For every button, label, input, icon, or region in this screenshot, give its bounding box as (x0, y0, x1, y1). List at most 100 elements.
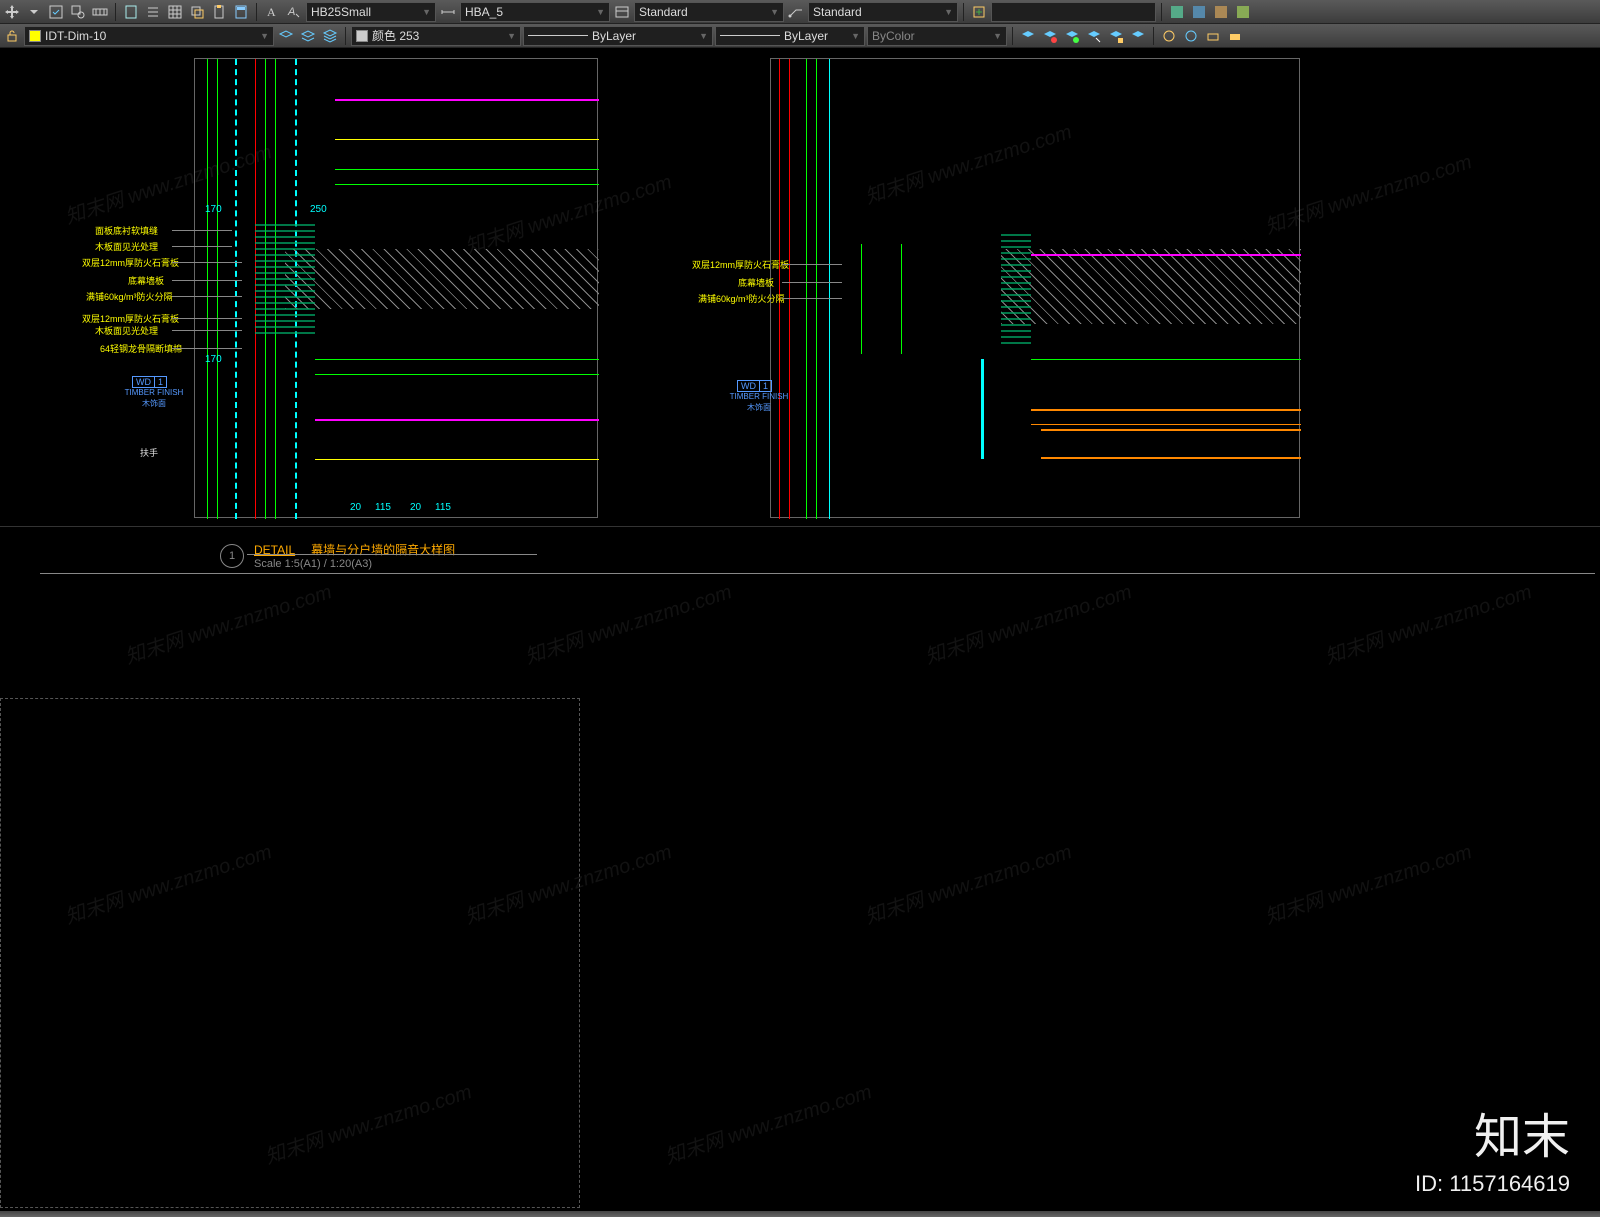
mleader-style-value: Standard (813, 5, 862, 19)
leader (172, 318, 242, 319)
layer-util-4-icon[interactable] (1225, 26, 1245, 46)
mleader-style-dropdown[interactable]: Standard ▼ (808, 2, 958, 22)
pan-icon[interactable] (2, 2, 22, 22)
detail-number: 1 (220, 544, 244, 568)
zoom-extents-icon[interactable] (46, 2, 66, 22)
layer-state-1-icon[interactable] (1018, 26, 1038, 46)
zoom-scaled-icon[interactable] (90, 2, 110, 22)
linetype-value: ByLayer (592, 29, 636, 43)
leader (172, 280, 242, 281)
sheet-icon[interactable] (121, 2, 141, 22)
line (315, 419, 599, 421)
tag-code: WD (738, 381, 760, 391)
tag-finish: TIMBER FINISH (729, 392, 789, 401)
list-icon[interactable] (143, 2, 163, 22)
chevron-down-icon: ▼ (260, 31, 269, 41)
leader (782, 282, 842, 283)
annotation: 底幕墙板 (738, 276, 774, 289)
line (335, 139, 599, 140)
plotstyle-dropdown[interactable]: ByColor ▼ (867, 26, 1007, 46)
tool-icon-a[interactable] (1167, 2, 1187, 22)
copy-icon[interactable] (187, 2, 207, 22)
line (315, 374, 599, 375)
tag-num: 1 (760, 381, 771, 391)
table-icon[interactable] (165, 2, 185, 22)
viewport-right[interactable] (770, 58, 1300, 518)
color-dropdown[interactable]: 颜色 253 ▼ (351, 26, 521, 46)
drawing-canvas[interactable]: 170 250 170 20 115 20 115 面板底衬软填缝 木板面见光处… (0, 48, 1600, 1217)
line (829, 59, 830, 519)
lineweight-value: ByLayer (784, 29, 828, 43)
layer-tool-1-icon[interactable] (276, 26, 296, 46)
viewport-left[interactable]: 170 250 170 20 115 20 115 (194, 58, 598, 518)
svg-text:A: A (287, 6, 295, 18)
dim: 115 (375, 502, 391, 513)
line (335, 99, 599, 101)
line (1031, 254, 1301, 256)
watermark: 知末网 www.znzmo.com (1261, 835, 1475, 929)
layer-value: IDT-Dim-10 (45, 29, 106, 43)
layer-state-6-icon[interactable] (1128, 26, 1148, 46)
rail (1041, 429, 1301, 459)
leader (172, 296, 242, 297)
layer-util-1-icon[interactable] (1159, 26, 1179, 46)
separator (1153, 27, 1154, 45)
selection-rectangle[interactable] (0, 698, 580, 1208)
mleader-style-icon[interactable] (786, 2, 806, 22)
lineweight-dropdown[interactable]: ByLayer ▼ (715, 26, 865, 46)
detail-title-bar: 1 DETAIL 幕墙与分户墙的隔音大样图 Scale 1:5(A1) / 1:… (220, 541, 455, 570)
chevron-down-icon: ▼ (507, 31, 516, 41)
line (335, 169, 599, 170)
line (217, 59, 218, 519)
dim: 170 (205, 354, 222, 365)
unlock-icon[interactable] (2, 26, 22, 46)
finish-tag: WD 1 (737, 380, 772, 392)
dim: 115 (435, 502, 451, 513)
watermark: 知末网 www.znzmo.com (861, 835, 1075, 929)
chevron-down-icon: ▼ (993, 31, 1002, 41)
paste-icon[interactable] (209, 2, 229, 22)
properties-toolbar-1: A A HB25Small ▼ HBA_5 ▼ Standard ▼ Stand… (0, 0, 1600, 24)
title-underline (247, 554, 537, 555)
annotation: 满铺60kg/m³防火分隔 (698, 292, 785, 305)
text-style-dropdown-icon[interactable]: A (284, 2, 304, 22)
line (981, 359, 984, 459)
calc-icon[interactable] (231, 2, 251, 22)
dim-style-dropdown[interactable]: HBA_5 ▼ (460, 2, 610, 22)
zoom-window-icon[interactable] (68, 2, 88, 22)
table-style-icon[interactable] (612, 2, 632, 22)
lineweight-sample (720, 35, 780, 36)
linetype-dropdown[interactable]: ByLayer ▼ (523, 26, 713, 46)
tool-icon-d[interactable] (1233, 2, 1253, 22)
command-textbox[interactable] (991, 2, 1156, 22)
line (779, 59, 780, 519)
layer-dropdown[interactable]: IDT-Dim-10 ▼ (24, 26, 274, 46)
layer-tool-3-icon[interactable] (320, 26, 340, 46)
annotation: 面板底衬软填缝 (95, 224, 158, 237)
layer-state-5-icon[interactable] (1106, 26, 1126, 46)
layer-state-3-icon[interactable] (1062, 26, 1082, 46)
dim-style-icon[interactable] (438, 2, 458, 22)
tag-num: 1 (155, 377, 166, 387)
layer-util-3-icon[interactable] (1203, 26, 1223, 46)
dropdown-icon[interactable] (24, 2, 44, 22)
separator (115, 3, 116, 21)
slab-hatch (1001, 249, 1301, 324)
dim-style-value: HBA_5 (465, 5, 503, 19)
watermark: 知末网 www.znzmo.com (521, 575, 735, 669)
tool-icon-c[interactable] (1211, 2, 1231, 22)
annotation: 木板面见光处理 (95, 240, 158, 253)
layer-state-4-icon[interactable] (1084, 26, 1104, 46)
color-value: 颜色 253 (372, 27, 419, 44)
text-style-icon[interactable]: A (262, 2, 282, 22)
tool-icon-b[interactable] (1189, 2, 1209, 22)
layer-tool-2-icon[interactable] (298, 26, 318, 46)
status-bar-edge (0, 1211, 1600, 1217)
layer-state-2-icon[interactable] (1040, 26, 1060, 46)
color-swatch (356, 30, 368, 42)
block-insert-icon[interactable] (969, 2, 989, 22)
centerline (235, 59, 237, 519)
layer-util-2-icon[interactable] (1181, 26, 1201, 46)
text-style-dropdown[interactable]: HB25Small ▼ (306, 2, 436, 22)
table-style-dropdown[interactable]: Standard ▼ (634, 2, 784, 22)
